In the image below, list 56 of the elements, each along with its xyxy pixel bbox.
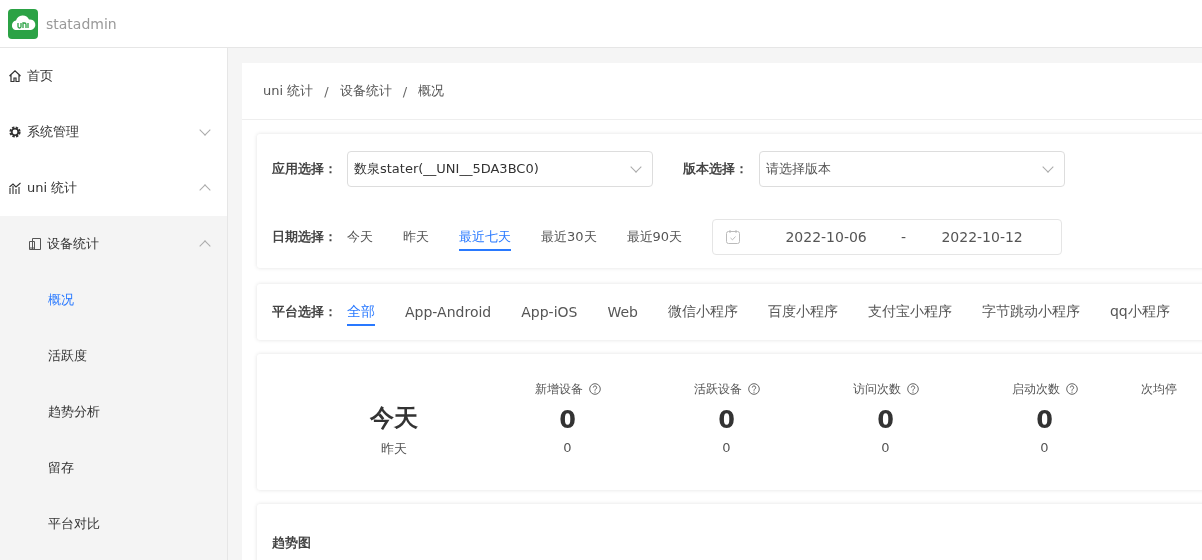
- filter-tab[interactable]: 支付宝小程序: [867, 298, 952, 326]
- metric-label: 次均停: [1141, 380, 1177, 398]
- metric-label: 新增设备: [534, 380, 583, 398]
- settings-icon: [8, 125, 22, 139]
- date-range-field[interactable]: 2022-10-06 - 2022-10-12: [712, 219, 1063, 255]
- field-label: 日期选择：: [272, 228, 338, 246]
- filter-tab[interactable]: 最近七天: [459, 223, 511, 251]
- metric-value: 0: [1036, 406, 1053, 434]
- metric-value: 0: [718, 406, 735, 434]
- menu-item[interactable]: 首页: [0, 48, 227, 104]
- breadcrumb-item[interactable]: uni 统计: [263, 82, 314, 100]
- menu-item[interactable]: 系统管理: [0, 104, 227, 160]
- filter-tab[interactable]: App-Android: [405, 299, 492, 325]
- metric-value: 0: [877, 406, 894, 434]
- filter-tab[interactable]: Web: [607, 299, 638, 325]
- filter-tab[interactable]: qq小程序: [1109, 298, 1170, 326]
- app-name: statadmin: [46, 15, 117, 32]
- metric-value: 0: [563, 440, 572, 455]
- help-icon[interactable]: [747, 383, 760, 395]
- metric-value: 0: [722, 440, 731, 455]
- filter-tab[interactable]: 昨天: [403, 223, 429, 251]
- filter-tab[interactable]: 全部: [347, 298, 375, 326]
- section-title: 趋势图: [272, 535, 311, 550]
- breadcrumb-separator: /: [402, 83, 407, 99]
- metric-label: 活跃设备: [693, 380, 742, 398]
- metric-value: 0: [1040, 440, 1049, 455]
- metric-label: 启动次数: [1011, 380, 1060, 398]
- help-icon[interactable]: [906, 383, 919, 395]
- metric-label: 访问次数: [852, 380, 901, 398]
- breadcrumb-item: 概况: [418, 82, 444, 100]
- logo-icon: [8, 8, 38, 39]
- row-label: 昨天: [381, 440, 407, 458]
- breadcrumb-separator: /: [324, 83, 329, 99]
- metric-value: 0: [881, 440, 890, 455]
- help-icon[interactable]: [588, 383, 601, 395]
- filter-tab[interactable]: 字节跳动小程序: [981, 298, 1080, 326]
- filter-tab[interactable]: 百度小程序: [767, 298, 838, 326]
- chart-icon: [8, 181, 22, 195]
- metric-value: 0: [559, 406, 576, 434]
- filter-tab[interactable]: 最近30天: [541, 223, 597, 251]
- filter-tab[interactable]: 微信小程序: [667, 298, 738, 326]
- calendar-icon: [725, 229, 742, 245]
- app-select[interactable]: 数泉stater(__UNI__5DA3BC0): [347, 151, 653, 187]
- version-select[interactable]: 请选择版本: [759, 151, 1065, 187]
- breadcrumb-item[interactable]: 设备统计: [339, 82, 392, 100]
- field-label: 应用选择：: [272, 160, 338, 178]
- filter-tab[interactable]: 最近90天: [626, 223, 683, 251]
- help-icon[interactable]: [1065, 383, 1078, 395]
- field-label: 平台选择：: [272, 303, 338, 321]
- home-icon: [8, 69, 22, 83]
- row-label: 今天: [370, 403, 418, 434]
- device-icon: [28, 237, 42, 251]
- menu-item[interactable]: uni 统计: [0, 160, 227, 216]
- filter-tab[interactable]: App-iOS: [521, 299, 578, 325]
- field-label: 版本选择：: [683, 160, 749, 178]
- filter-tab[interactable]: 今天: [347, 223, 373, 251]
